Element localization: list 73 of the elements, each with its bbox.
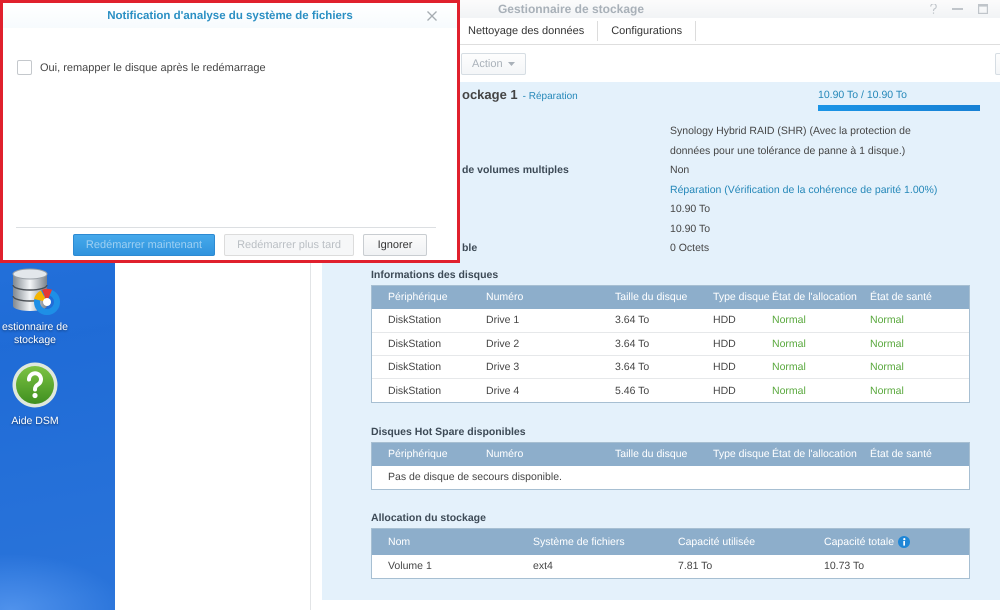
info-icon[interactable] [898, 536, 910, 548]
column-header: Type disque [713, 448, 770, 460]
column-header: Numéro [486, 448, 524, 460]
section-title: Informations des disques [371, 268, 498, 282]
close-icon[interactable] [427, 10, 437, 20]
info-label: ble [462, 241, 478, 256]
column-header: Système de fichiers [533, 536, 625, 548]
column-header: État de santé [870, 448, 932, 460]
table-cell: 7.81 To [678, 560, 712, 572]
table-cell: Normal [772, 384, 806, 397]
table-cell: Volume 1 [388, 560, 432, 572]
table-cell: 10.73 To [824, 560, 864, 572]
table-cell: 3.64 To [615, 361, 650, 374]
table-cell: HDD [713, 338, 736, 350]
info-value: Synology Hybrid RAID (SHR) (Avec la protection de données pour une tolérance de panne à 1 disque.) [670, 124, 912, 158]
section-title: Disques Hot Spare disponibles [371, 424, 526, 439]
table-cell: Normal [772, 338, 806, 350]
column-header: Taille du disque [615, 448, 688, 460]
usage-text: 10.90 To / 10.90 To [818, 88, 908, 102]
table-cell: Normal [870, 384, 904, 397]
column-header: État de l'allocation [772, 448, 857, 460]
table-cell: Normal [870, 338, 904, 350]
info-value: 0 Octets [670, 241, 710, 256]
table-cell: HDD [713, 384, 736, 397]
table-cell: 5.46 To [615, 384, 650, 397]
table-cell: DiskStation [388, 338, 442, 350]
column-header: État de santé [870, 291, 932, 303]
table-cell: Drive 1 [486, 314, 520, 326]
table-cell: Drive 2 [486, 338, 520, 350]
table-cell: DiskStation [388, 384, 442, 397]
column-header: Périphérique [388, 291, 448, 303]
database-chart-icon[interactable] [10, 268, 60, 316]
maximize-icon[interactable] [978, 4, 988, 14]
table-cell: Drive 4 [486, 384, 520, 397]
table-cell: HDD [713, 361, 736, 374]
table-cell: Normal [772, 361, 806, 374]
checkbox-label[interactable]: Oui, remapper le disque après le redémarrage [40, 62, 266, 74]
table-cell: 3.64 To [615, 338, 650, 350]
table-cell: Normal [870, 314, 904, 326]
desktop-icon-label[interactable]: Aide DSM [0, 415, 70, 428]
column-header: Numéro [486, 291, 524, 303]
table-cell: Drive 3 [486, 361, 520, 374]
desktop-icon-label[interactable]: estionnaire de stockage [0, 321, 70, 347]
section-title: Allocation du stockage [371, 510, 486, 525]
help-icon[interactable] [12, 362, 58, 408]
info-value: 10.90 To [670, 202, 712, 217]
info-label: de volumes multiples [462, 163, 569, 178]
column-header: Taille du disque [615, 291, 688, 303]
dialog-title: Notification d'analyse du système de fichiers [107, 10, 353, 22]
checkbox[interactable] [17, 60, 32, 75]
table-cell: ext4 [533, 560, 553, 572]
table-cell: DiskStation [388, 361, 442, 374]
info-value: Non [670, 163, 690, 178]
window-title: Gestionnaire de stockage [498, 2, 644, 16]
table-cell: 3.64 To [615, 314, 650, 326]
info-value: Réparation (Vérification de la cohérence de parité 1.00%) [670, 182, 938, 198]
table-cell: HDD [713, 314, 736, 326]
pool-status: - Réparation [522, 91, 578, 102]
column-header: Périphérique [388, 448, 448, 460]
empty-message: Pas de disque de secours disponible. [388, 471, 562, 484]
column-header: Capacité utilisée [678, 536, 756, 548]
caret-icon [508, 62, 515, 66]
table-cell: Normal [772, 314, 806, 326]
dialog-button[interactable]: Ignorer [363, 234, 427, 256]
column-header: Capacité totale [824, 536, 894, 548]
info-value: 10.90 To [670, 222, 712, 236]
column-header: Type disque [713, 291, 770, 303]
column-header: Nom [388, 536, 410, 548]
tab[interactable]: Configurations [598, 21, 696, 41]
table-cell: Normal [870, 361, 904, 374]
pool-name: ockage 1 [462, 88, 518, 102]
table-cell: DiskStation [388, 314, 442, 326]
column-header: État de l'allocation [772, 291, 857, 303]
